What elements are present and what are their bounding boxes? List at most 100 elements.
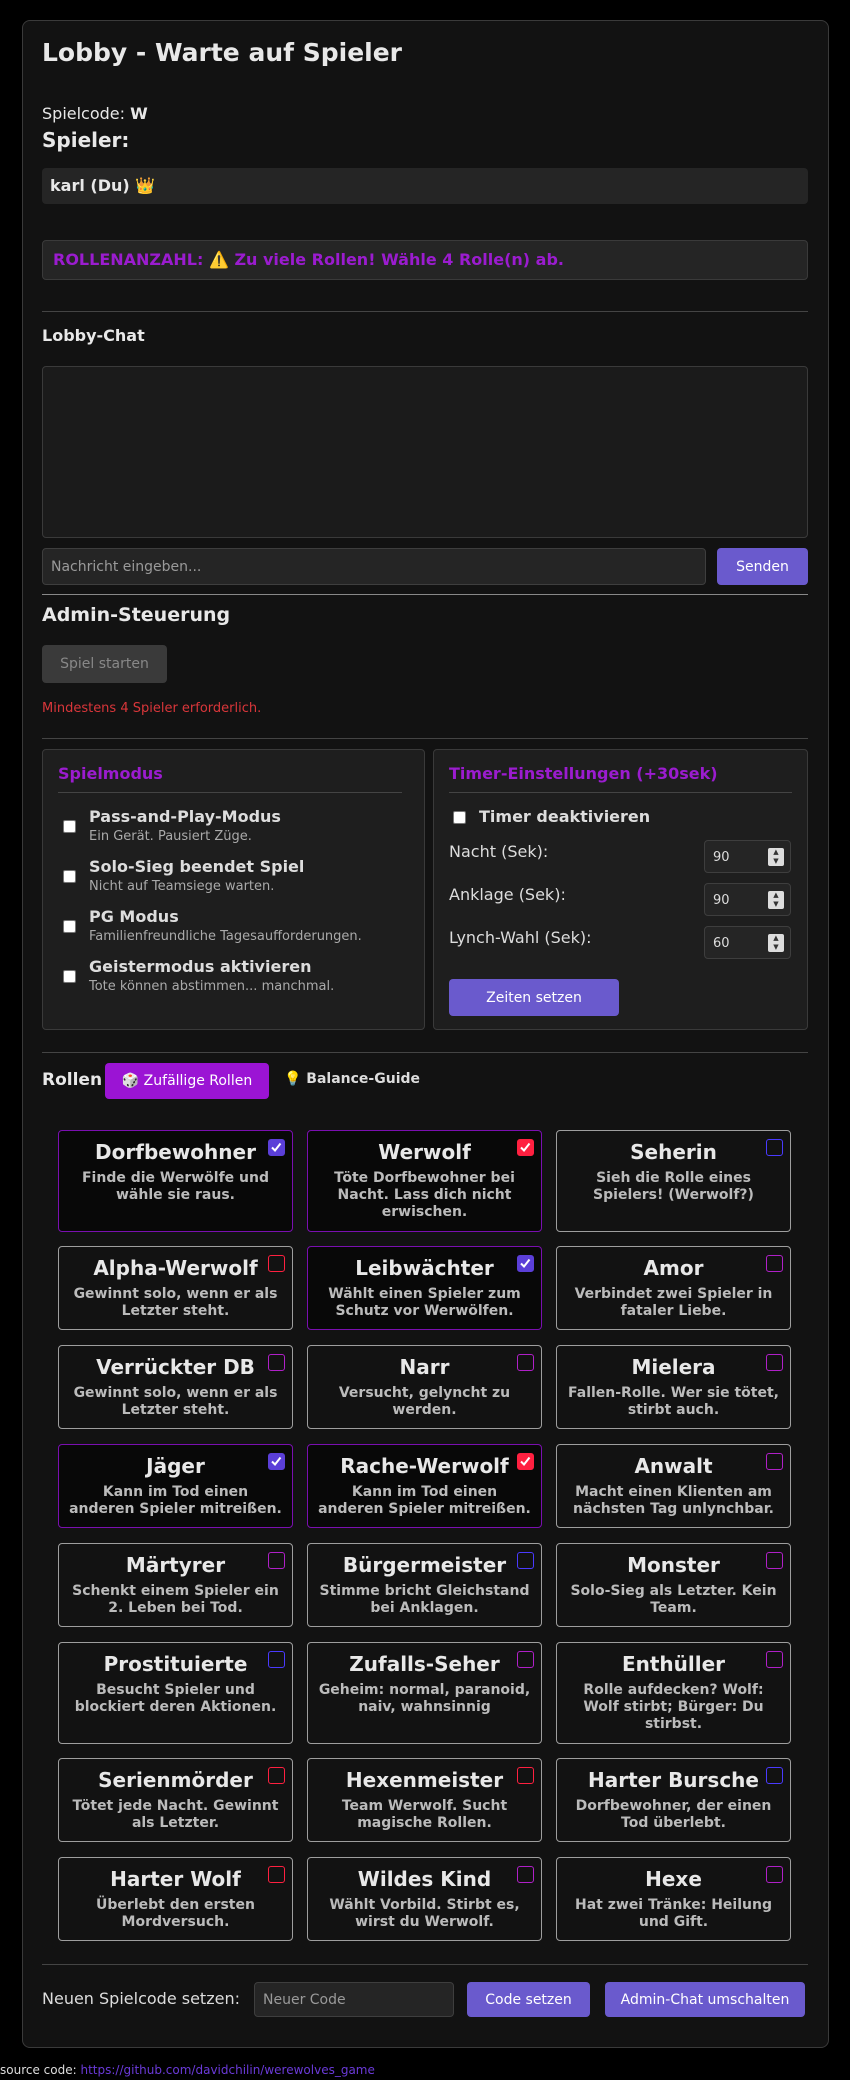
role-card[interactable]: Leibwächter Wählt einen Spieler zum Schut… bbox=[307, 1246, 542, 1330]
role-card[interactable]: Dorfbewohner Finde die Werwölfe und wähle… bbox=[58, 1130, 293, 1232]
divider bbox=[449, 792, 792, 793]
lynch-timer-input[interactable]: 60 ▲ ▼ bbox=[704, 926, 791, 959]
role-card[interactable]: Anwalt Macht einen Klienten am nächsten T… bbox=[556, 1444, 791, 1528]
role-card[interactable]: Mielera Fallen-Rolle. Wer sie tötet, stir… bbox=[556, 1345, 791, 1429]
role-card[interactable]: Hexenmeister Team Werwolf. Sucht magische… bbox=[307, 1758, 542, 1842]
role-description: Sieh die Rolle eines Spielers! (Werwolf?… bbox=[593, 1170, 754, 1203]
role-description: Wählt einen Spieler zum Schutz vor Werwö… bbox=[328, 1286, 521, 1319]
accusation-timer-input[interactable]: 90 ▲ ▼ bbox=[704, 883, 791, 916]
role-checkbox[interactable] bbox=[766, 1255, 783, 1272]
role-name: Harter Wolf bbox=[110, 1867, 241, 1891]
role-checkbox[interactable] bbox=[517, 1651, 534, 1668]
role-checkbox[interactable] bbox=[766, 1767, 783, 1784]
role-card[interactable]: Prostituierte Besucht Spieler und blockie… bbox=[58, 1642, 293, 1744]
role-checkbox[interactable] bbox=[766, 1453, 783, 1470]
ghost-mode-checkbox[interactable] bbox=[63, 970, 76, 983]
role-checkbox[interactable] bbox=[517, 1866, 534, 1883]
role-checkbox[interactable] bbox=[517, 1354, 534, 1371]
mode-option-title: Solo-Sieg beendet Spiel bbox=[89, 857, 305, 876]
role-name: Seherin bbox=[630, 1140, 717, 1164]
role-name: Alpha-Werwolf bbox=[93, 1256, 258, 1280]
role-description: Geheim: normal, paranoid, naiv, wahnsinn… bbox=[318, 1682, 531, 1715]
role-checkbox[interactable] bbox=[268, 1139, 285, 1156]
role-checkbox[interactable] bbox=[517, 1453, 534, 1470]
role-checkbox[interactable] bbox=[268, 1767, 285, 1784]
role-card[interactable]: Amor Verbindet zwei Spieler in fataler Li… bbox=[556, 1246, 791, 1330]
player-list-item: karl (Du) 👑 bbox=[42, 168, 808, 204]
chat-messages[interactable] bbox=[42, 366, 808, 538]
role-card[interactable]: Harter Wolf Überlebt den ersten Mordversu… bbox=[58, 1857, 293, 1941]
role-checkbox[interactable] bbox=[268, 1866, 285, 1883]
min-players-warning: Mindestens 4 Spieler erforderlich. bbox=[42, 701, 262, 716]
start-game-button[interactable]: Spiel starten bbox=[42, 645, 167, 683]
solo-win-checkbox[interactable] bbox=[63, 870, 76, 883]
role-name: Mielera bbox=[631, 1355, 716, 1379]
role-checkbox[interactable] bbox=[268, 1651, 285, 1668]
role-card[interactable]: Seherin Sieh die Rolle eines Spielers! (W… bbox=[556, 1130, 791, 1232]
set-times-button[interactable]: Zeiten setzen bbox=[449, 979, 619, 1016]
divider bbox=[42, 738, 808, 739]
role-card[interactable]: Rache-Werwolf Kann im Tod einen anderen S… bbox=[307, 1444, 542, 1528]
pg-mode-checkbox[interactable] bbox=[63, 920, 76, 933]
role-card[interactable]: Hexe Hat zwei Tränke: Heilung und Gift. bbox=[556, 1857, 791, 1941]
mode-option-sub: Familienfreundliche Tagesaufforderungen. bbox=[89, 929, 362, 944]
role-card[interactable]: Harter Bursche Dorfbewohner, der einen To… bbox=[556, 1758, 791, 1842]
role-checkbox[interactable] bbox=[517, 1552, 534, 1569]
role-card[interactable]: Märtyrer Schenkt einem Spieler ein 2. Leb… bbox=[58, 1543, 293, 1627]
source-link[interactable]: https://github.com/davidchilin/werewolve… bbox=[80, 2063, 374, 2077]
lynch-timer-value: 60 bbox=[713, 936, 730, 951]
pass-and-play-checkbox[interactable] bbox=[63, 820, 76, 833]
role-checkbox[interactable] bbox=[268, 1552, 285, 1569]
spinner-icon[interactable]: ▲ ▼ bbox=[768, 848, 784, 866]
role-checkbox[interactable] bbox=[766, 1866, 783, 1883]
role-card[interactable]: Verrückter DB Gewinnt solo, wenn er als L… bbox=[58, 1345, 293, 1429]
set-code-button[interactable]: Code setzen bbox=[467, 1982, 590, 2017]
random-roles-button[interactable]: 🎲 Zufällige Rollen bbox=[105, 1063, 269, 1099]
night-timer-input[interactable]: 90 ▲ ▼ bbox=[704, 840, 791, 873]
toggle-admin-chat-button[interactable]: Admin-Chat umschalten bbox=[605, 1982, 805, 2017]
spinner-icon[interactable]: ▲ ▼ bbox=[768, 891, 784, 909]
night-timer-label: Nacht (Sek): bbox=[449, 842, 549, 861]
admin-heading: Admin-Steuerung bbox=[42, 604, 231, 626]
new-code-label: Neuen Spielcode setzen: bbox=[42, 1989, 240, 2008]
role-card[interactable]: Serienmörder Tötet jede Nacht. Gewinnt al… bbox=[58, 1758, 293, 1842]
page-title: Lobby - Warte auf Spieler bbox=[42, 38, 402, 67]
chat-heading: Lobby-Chat bbox=[42, 326, 145, 345]
role-description: Dorfbewohner, der einen Tod überlebt. bbox=[575, 1798, 772, 1831]
role-checkbox[interactable] bbox=[268, 1354, 285, 1371]
timer-title: Timer-Einstellungen (+30sek) bbox=[449, 764, 718, 783]
role-checkbox[interactable] bbox=[517, 1139, 534, 1156]
role-card[interactable]: Werwolf Töte Dorfbewohner bei Nacht. Lass… bbox=[307, 1130, 542, 1232]
roles-heading: Rollen bbox=[42, 1070, 103, 1090]
spinner-icon[interactable]: ▲ ▼ bbox=[768, 934, 784, 952]
role-name: Jäger bbox=[146, 1454, 205, 1478]
role-name: Anwalt bbox=[634, 1454, 713, 1478]
new-code-input[interactable] bbox=[254, 1982, 454, 2017]
role-card[interactable]: Enthüller Rolle aufdecken? Wolf: Wolf sti… bbox=[556, 1642, 791, 1744]
role-checkbox[interactable] bbox=[517, 1255, 534, 1272]
role-card[interactable]: Monster Solo-Sieg als Letzter. Kein Team. bbox=[556, 1543, 791, 1627]
role-description: Besucht Spieler und blockiert deren Akti… bbox=[74, 1682, 277, 1715]
role-card[interactable]: Zufalls-Seher Geheim: normal, paranoid, n… bbox=[307, 1642, 542, 1744]
role-name: Verrückter DB bbox=[96, 1355, 255, 1379]
role-card[interactable]: Bürgermeister Stimme bricht Gleichstand b… bbox=[307, 1543, 542, 1627]
role-checkbox[interactable] bbox=[517, 1767, 534, 1784]
chat-input[interactable] bbox=[42, 548, 706, 585]
role-card[interactable]: Alpha-Werwolf Gewinnt solo, wenn er als L… bbox=[58, 1246, 293, 1330]
game-code-value: W bbox=[130, 104, 148, 123]
role-card[interactable]: Wildes Kind Wählt Vorbild. Stirbt es, wir… bbox=[307, 1857, 542, 1941]
source-footer: source code: https://github.com/davidchi… bbox=[0, 2063, 375, 2077]
role-checkbox[interactable] bbox=[268, 1453, 285, 1470]
role-checkbox[interactable] bbox=[766, 1139, 783, 1156]
role-checkbox[interactable] bbox=[766, 1651, 783, 1668]
balance-guide-link[interactable]: 💡 Balance-Guide bbox=[284, 1071, 420, 1087]
role-description: Macht einen Klienten am nächsten Tag unl… bbox=[573, 1484, 774, 1517]
disable-timer-checkbox[interactable] bbox=[453, 811, 466, 824]
role-checkbox[interactable] bbox=[268, 1255, 285, 1272]
send-button[interactable]: Senden bbox=[717, 548, 808, 585]
role-checkbox[interactable] bbox=[766, 1354, 783, 1371]
role-description: Überlebt den ersten Mordversuch. bbox=[96, 1897, 255, 1930]
role-checkbox[interactable] bbox=[766, 1552, 783, 1569]
role-card[interactable]: Jäger Kann im Tod einen anderen Spieler m… bbox=[58, 1444, 293, 1528]
role-card[interactable]: Narr Versucht, gelyncht zu werden. bbox=[307, 1345, 542, 1429]
